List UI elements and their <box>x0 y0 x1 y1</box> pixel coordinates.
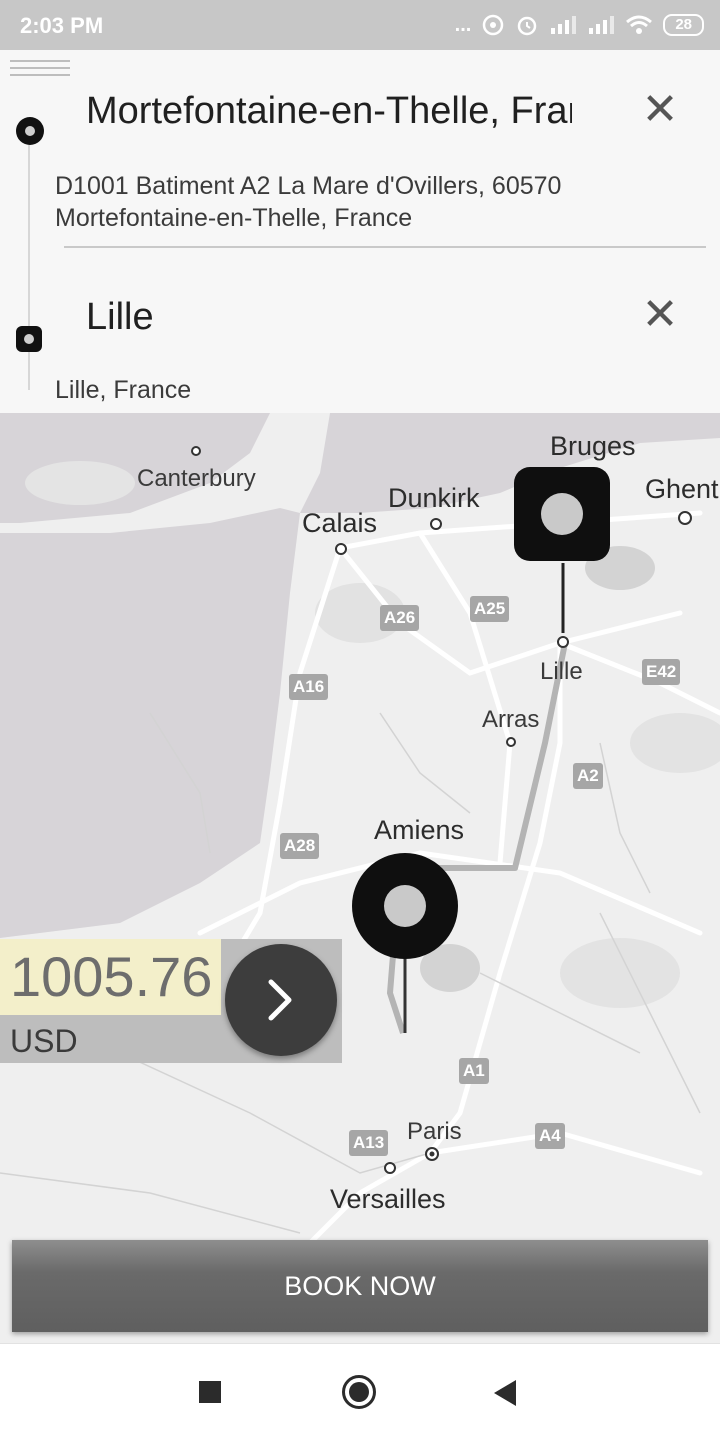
wifi-icon <box>626 15 653 34</box>
notification-dots-icon: ... <box>454 13 472 36</box>
city-label-versailles: Versailles <box>330 1184 446 1214</box>
alarm-icon <box>518 16 537 36</box>
route-panel: Mortefontaine-en-Thelle, France ✕ D1001 … <box>0 50 720 413</box>
city-label-canterbury: Canterbury <box>137 465 256 492</box>
road-badge-a25: A25 <box>470 596 510 622</box>
origin-map-pin-icon[interactable] <box>352 853 458 959</box>
road-badge-a1: A1 <box>459 1058 489 1084</box>
road-badge-a26: A26 <box>380 605 420 631</box>
destination-map-pin-icon[interactable] <box>514 467 610 561</box>
road-badge-a4: A4 <box>535 1123 565 1149</box>
menu-handle-icon[interactable] <box>10 60 70 80</box>
city-label-bruges: Bruges <box>550 431 636 461</box>
status-time: 2:03 PM <box>20 13 104 38</box>
road-badge-a28: A28 <box>280 833 320 859</box>
recent-apps-icon[interactable] <box>199 1381 221 1403</box>
city-label-arras: Arras <box>482 706 540 733</box>
fare-next-button[interactable] <box>225 944 337 1056</box>
clear-origin-button[interactable]: ✕ <box>638 88 682 132</box>
fare-currency: USD <box>10 1023 78 1059</box>
city-label-calais: Calais <box>302 508 378 538</box>
city-label-lille: Lille <box>540 658 583 685</box>
divider <box>64 246 706 248</box>
signal-icon <box>551 16 577 34</box>
city-label-dunkirk: Dunkirk <box>388 483 480 513</box>
map[interactable]: Canterbury Calais Dunkirk Bruges Ghent L… <box>0 413 720 1343</box>
destination-input[interactable]: Lille <box>86 296 154 339</box>
status-bar: 2:03 PM ... 28 <box>0 0 720 50</box>
chevron-right-icon <box>268 979 292 1021</box>
city-label-amiens: Amiens <box>374 815 465 845</box>
city-label-ghent: Ghent <box>645 474 719 504</box>
hotspot-icon <box>483 14 504 36</box>
city-label-paris: Paris <box>407 1118 462 1145</box>
road-badge-e42: E42 <box>642 659 681 685</box>
destination-pin-icon <box>16 326 42 352</box>
origin-address-line2: Mortefontaine-en-Thelle, France <box>55 204 413 232</box>
road-badge-a16: A16 <box>289 674 329 700</box>
navigation-bar <box>0 1343 720 1440</box>
battery-icon: 28 <box>663 14 704 36</box>
back-icon[interactable] <box>494 1380 516 1406</box>
road-badge-a2: A2 <box>573 763 603 789</box>
route-connector <box>28 140 30 390</box>
destination-address: Lille, France <box>55 376 192 404</box>
book-now-button[interactable]: BOOK NOW <box>12 1240 708 1332</box>
home-icon[interactable] <box>342 1375 376 1409</box>
origin-address-line1: D1001 Batiment A2 La Mare d'Ovillers, 60… <box>55 172 562 200</box>
fare-amount: 1005.76 <box>0 939 221 1015</box>
signal-icon-2 <box>589 16 615 34</box>
clear-destination-button[interactable]: ✕ <box>638 293 682 337</box>
status-icons: ... 28 <box>455 10 704 40</box>
origin-pin-icon <box>16 117 44 145</box>
origin-address: D1001 Batiment A2 La Mare d'Ovillers, 60… <box>55 170 561 234</box>
origin-input[interactable]: Mortefontaine-en-Thelle, France <box>86 90 572 133</box>
road-badge-a13: A13 <box>349 1130 389 1156</box>
